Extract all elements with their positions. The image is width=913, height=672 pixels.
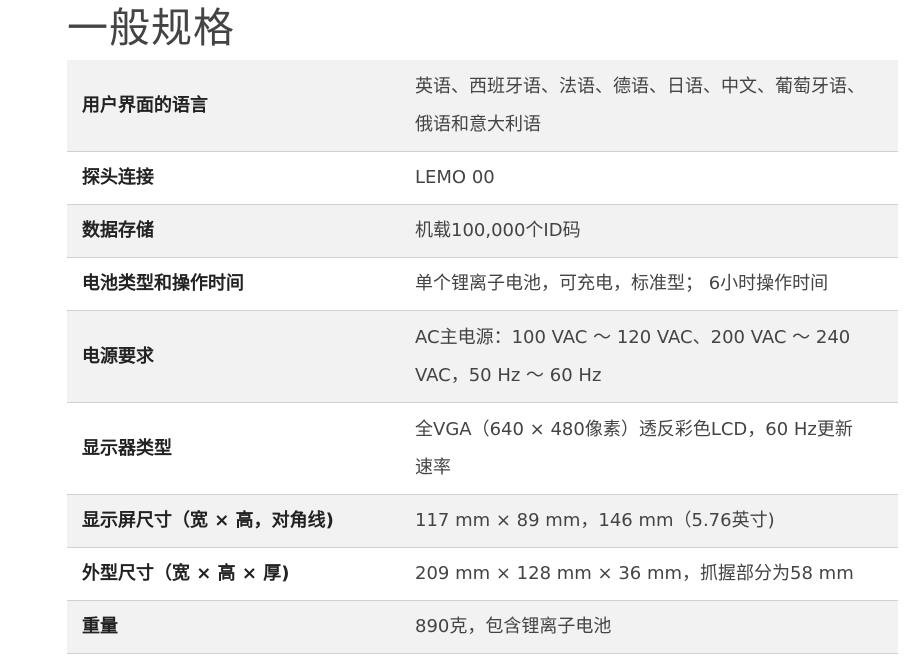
spec-value: 机载100,000个ID码 (415, 220, 581, 241)
table-row: 重量 890克，包含锂离子电池 (67, 600, 898, 654)
spec-label: 显示器类型 (82, 437, 172, 459)
spec-label: 显示屏尺寸（宽 × 高，对角线) (82, 510, 334, 531)
spec-value: LEMO 00 (415, 167, 495, 188)
table-row: 用户界面的语言 英语、西班牙语、法语、德语、日语、中文、葡萄牙语、俄语和意大利语 (67, 60, 898, 152)
spec-label: 探头连接 (82, 167, 154, 188)
spec-label: 电池类型和操作时间 (82, 273, 244, 294)
spec-label: 外型尺寸（宽 × 高 × 厚) (82, 563, 290, 584)
spec-value: 英语、西班牙语、法语、德语、日语、中文、葡萄牙语、俄语和意大利语 (415, 75, 865, 135)
spec-value: 单个锂离子电池，可充电，标准型； 6小时操作时间 (415, 273, 829, 294)
spec-value: AC主电源：100 VAC ～ 120 VAC、200 VAC ～ 240 VA… (415, 326, 851, 386)
table-row: 显示屏尺寸（宽 × 高，对角线) 117 mm × 89 mm，146 mm（5… (67, 494, 898, 548)
table-row: 显示器类型 全VGA（640 × 480像素）透反彩色LCD，60 Hz更新速率 (67, 403, 898, 495)
spec-label: 用户界面的语言 (82, 94, 208, 116)
page-title: 一般规格 (67, 4, 235, 52)
table-row: 电池类型和操作时间 单个锂离子电池，可充电，标准型； 6小时操作时间 (67, 258, 898, 311)
table-row: 外型尺寸（宽 × 高 × 厚) 209 mm × 128 mm × 36 mm，… (67, 548, 898, 601)
spec-label: 数据存储 (82, 220, 154, 241)
spec-value: 117 mm × 89 mm，146 mm（5.76英寸) (415, 510, 775, 531)
spec-value: 209 mm × 128 mm × 36 mm，抓握部分为58 mm (415, 563, 854, 584)
spec-table: 用户界面的语言 英语、西班牙语、法语、德语、日语、中文、葡萄牙语、俄语和意大利语… (67, 60, 898, 654)
spec-value: 890克，包含锂离子电池 (415, 616, 612, 637)
spec-label: 电源要求 (82, 345, 154, 367)
spec-label: 重量 (82, 616, 118, 637)
table-row: 电源要求 AC主电源：100 VAC ～ 120 VAC、200 VAC ～ 2… (67, 310, 898, 403)
table-row: 探头连接 LEMO 00 (67, 152, 898, 205)
spec-value: 全VGA（640 × 480像素）透反彩色LCD，60 Hz更新速率 (415, 418, 853, 478)
table-row: 数据存储 机载100,000个ID码 (67, 204, 898, 258)
